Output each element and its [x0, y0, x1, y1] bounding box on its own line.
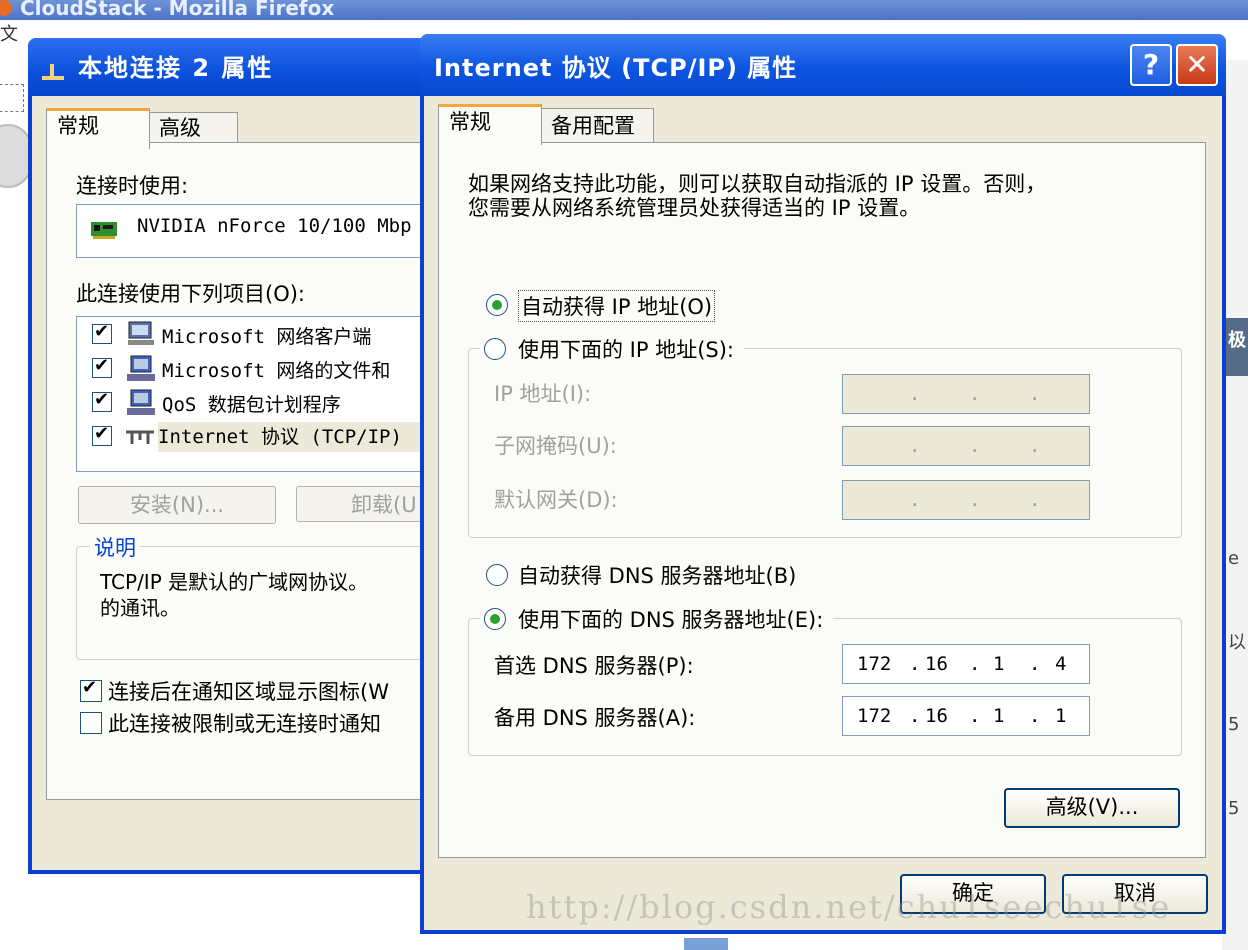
- network-client-icon: [128, 321, 154, 345]
- alternate-dns-field[interactable]: 172 . 16 .1 .1: [842, 696, 1090, 736]
- page-fragment: e: [1228, 548, 1240, 569]
- watermark: http://blog.csdn.net/chu1seechu1se: [526, 888, 1172, 926]
- advanced-button[interactable]: 高级(V)...: [1004, 788, 1180, 828]
- item-checkbox[interactable]: [92, 321, 112, 344]
- connect-using-label: 连接时使用:: [76, 174, 189, 198]
- preferred-dns-field[interactable]: 172 . 16 .1 .4: [842, 644, 1090, 684]
- description-title: 说明: [90, 532, 140, 562]
- auto-ip-radio[interactable]: [486, 294, 508, 316]
- uninstall-button[interactable]: 卸载(U: [296, 486, 426, 522]
- auto-dns-radio[interactable]: [486, 564, 508, 586]
- description-text: TCP/IP 是默认的广域网协议。: [100, 570, 369, 594]
- help-button[interactable]: ?: [1130, 44, 1172, 86]
- intro-text-2: 您需要从网络系统管理员处获得适当的 IP 设置。: [468, 196, 921, 220]
- list-item[interactable]: Microsoft 网络的文件和: [162, 356, 390, 383]
- list-item[interactable]: QoS 数据包计划程序: [162, 390, 341, 417]
- folder-icon: [684, 938, 728, 950]
- show-icon-label: 连接后在通知区域显示图标(W: [108, 680, 389, 704]
- tab-advanced[interactable]: 高级: [148, 112, 238, 143]
- manual-ip-title: 使用下面的 IP 地址(S):: [480, 334, 744, 364]
- firefox-icon: [0, 0, 12, 16]
- list-item[interactable]: Microsoft 网络客户端: [162, 322, 371, 349]
- preferred-dns-label: 首选 DNS 服务器(P):: [494, 654, 694, 678]
- manual-dns-radio[interactable]: [484, 608, 506, 630]
- item-checkbox[interactable]: [92, 355, 112, 378]
- list-item[interactable]: Internet 协议 (TCP/IP): [158, 422, 426, 452]
- adapter-box: NVIDIA nForce 10/100 Mbp: [76, 204, 428, 258]
- tab-general[interactable]: 常规: [438, 104, 542, 145]
- item-checkbox[interactable]: [92, 423, 112, 446]
- page-fragment: 极: [1228, 330, 1246, 351]
- adapter-name: NVIDIA nForce 10/100 Mbp: [137, 215, 412, 237]
- ip-address-field[interactable]: ...: [842, 374, 1090, 414]
- firefox-titlebar: CloudStack - Mozilla Firefox: [0, 0, 1248, 20]
- protocol-icon: [126, 430, 154, 444]
- close-button[interactable]: ✕: [1176, 44, 1218, 86]
- description-text-2: 的通讯。: [100, 596, 180, 620]
- auto-dns-label[interactable]: 自动获得 DNS 服务器地址(B): [518, 560, 796, 590]
- auto-ip-label[interactable]: 自动获得 IP 地址(O): [518, 290, 716, 322]
- firefox-nav-box[interactable]: [0, 84, 24, 112]
- subnet-mask-field[interactable]: ...: [842, 426, 1090, 466]
- qos-scheduler-icon: [127, 389, 155, 415]
- items-label: 此连接使用下列项目(O):: [76, 282, 305, 306]
- alternate-dns-label: 备用 DNS 服务器(A):: [494, 706, 696, 730]
- tab-general[interactable]: 常规: [46, 108, 150, 149]
- network-card-icon: [91, 222, 117, 239]
- show-icon-checkbox[interactable]: [80, 677, 102, 702]
- page-fragment: 以: [1228, 632, 1246, 653]
- manual-dns-title: 使用下面的 DNS 服务器地址(E):: [480, 604, 834, 634]
- subnet-mask-label: 子网掩码(U):: [494, 434, 617, 458]
- dialog-title: Internet 协议 (TCP/IP) 属性: [434, 54, 798, 82]
- manual-dns-label[interactable]: 使用下面的 DNS 服务器地址(E):: [518, 608, 823, 632]
- tcpip-titlebar[interactable]: Internet 协议 (TCP/IP) 属性: [420, 34, 1226, 96]
- page-fragment: 5: [1228, 798, 1240, 819]
- network-connection-icon: [42, 64, 64, 80]
- manual-ip-radio[interactable]: [484, 338, 506, 360]
- file-sharing-icon: [127, 355, 155, 381]
- firefox-menu-fragment[interactable]: 文: [0, 20, 30, 60]
- ip-address-label: IP 地址(I):: [494, 382, 592, 406]
- install-button[interactable]: 安装(N)...: [78, 486, 276, 524]
- gateway-label: 默认网关(D):: [494, 488, 618, 512]
- firefox-window-title: CloudStack - Mozilla Firefox: [20, 0, 335, 20]
- dialog-title: 本地连接 2 属性: [78, 54, 274, 82]
- gateway-field[interactable]: ...: [842, 480, 1090, 520]
- page-fragment: 5: [1228, 714, 1240, 735]
- notify-label: 此连接被限制或无连接时通知: [108, 712, 381, 736]
- notify-checkbox[interactable]: [80, 712, 102, 734]
- tab-alternate-config[interactable]: 备用配置: [540, 108, 654, 143]
- manual-ip-label[interactable]: 使用下面的 IP 地址(S):: [518, 338, 734, 362]
- local-connection-titlebar[interactable]: 本地连接 2 属性: [28, 38, 448, 96]
- item-checkbox[interactable]: [92, 389, 112, 412]
